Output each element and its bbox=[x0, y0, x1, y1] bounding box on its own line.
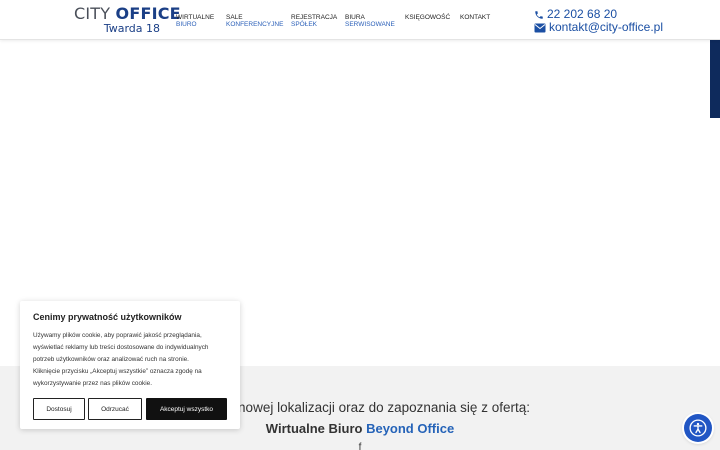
site-header: CITY OFFICE Twarda 18 WIRTUALNE BIURO SA… bbox=[0, 0, 720, 40]
nav-sublabel: KONFERENCYJNE bbox=[226, 21, 284, 28]
nav-sublabel: SPÓŁEK bbox=[291, 21, 318, 28]
customize-button[interactable]: Dostosuj bbox=[33, 398, 85, 420]
accept-all-button[interactable]: Akceptuj wszystko bbox=[146, 398, 227, 420]
cookie-text-line: wyświetlać reklamy lub treści dostosowan… bbox=[33, 344, 209, 351]
side-panel-tab[interactable] bbox=[710, 40, 720, 118]
email-address: kontakt@city-office.pl bbox=[549, 20, 664, 34]
cookie-text-line: Używamy plików cookie, aby poprawić jako… bbox=[33, 332, 202, 339]
envelope-icon bbox=[534, 23, 546, 32]
cookie-text-line: potrzeb użytkowników oraz analizować ruc… bbox=[33, 356, 189, 363]
email-link[interactable]: kontakt@city-office.pl bbox=[534, 21, 663, 34]
banner-text-continued: f bbox=[358, 442, 362, 450]
nav-sublabel: BIURO bbox=[176, 21, 197, 28]
nav-label: BIURA bbox=[345, 14, 365, 21]
contact-info: 22 202 68 20 kontakt@city-office.pl bbox=[534, 8, 663, 34]
nav-item-wirtualne-biuro[interactable]: WIRTUALNE BIURO bbox=[176, 14, 214, 28]
nav-label: REJESTRACJA bbox=[291, 14, 338, 21]
nav-label: KONTAKT bbox=[460, 14, 491, 21]
cookie-text-line: Kliknięcie przycisku „Akceptuj wszystkie… bbox=[33, 368, 202, 375]
nav-item-ksiegowosc[interactable]: KSIĘGOWOŚĆ bbox=[405, 14, 450, 21]
nav-label: WIRTUALNE bbox=[176, 14, 215, 21]
logo-name-part1: CITY bbox=[74, 4, 116, 23]
nav-sublabel: SERWISOWANE bbox=[345, 21, 395, 28]
nav-item-kontakt[interactable]: KONTAKT bbox=[460, 14, 490, 21]
cookie-consent-dialog: Cenimy prywatność użytkowników Używamy p… bbox=[20, 301, 240, 429]
accessibility-button[interactable] bbox=[684, 414, 712, 442]
beyond-office-link[interactable]: Beyond Office bbox=[366, 421, 454, 436]
banner-heading-prefix: Wirtualne Biuro bbox=[265, 421, 367, 436]
nav-label: KSIĘGOWOŚĆ bbox=[405, 14, 451, 21]
logo-subtitle: Twarda 18 bbox=[103, 22, 160, 35]
reject-button[interactable]: Odrzucać bbox=[88, 398, 142, 420]
cookie-title: Cenimy prywatność użytkowników bbox=[33, 312, 182, 322]
nav-item-rejestracja-spolek[interactable]: REJESTRACJA SPÓŁEK bbox=[291, 14, 337, 28]
nav-label: SALE bbox=[226, 14, 243, 21]
cookie-description: Używamy plików cookie, aby poprawić jako… bbox=[33, 330, 233, 390]
accessibility-icon bbox=[689, 419, 707, 437]
logo-name: CITY OFFICE bbox=[74, 5, 181, 23]
logo-name-part2: OFFICE bbox=[115, 4, 181, 23]
nav-item-sale-konferencyjne[interactable]: SALE KONFERENCYJNE bbox=[226, 14, 283, 28]
logo[interactable]: CITY OFFICE Twarda 18 bbox=[74, 5, 181, 37]
cookie-text-line: wykorzystywanie przez nas plików cookie. bbox=[33, 380, 152, 387]
phone-icon bbox=[535, 10, 543, 19]
nav-item-biura-serwisowane[interactable]: BIURA SERWISOWANE bbox=[345, 14, 395, 28]
